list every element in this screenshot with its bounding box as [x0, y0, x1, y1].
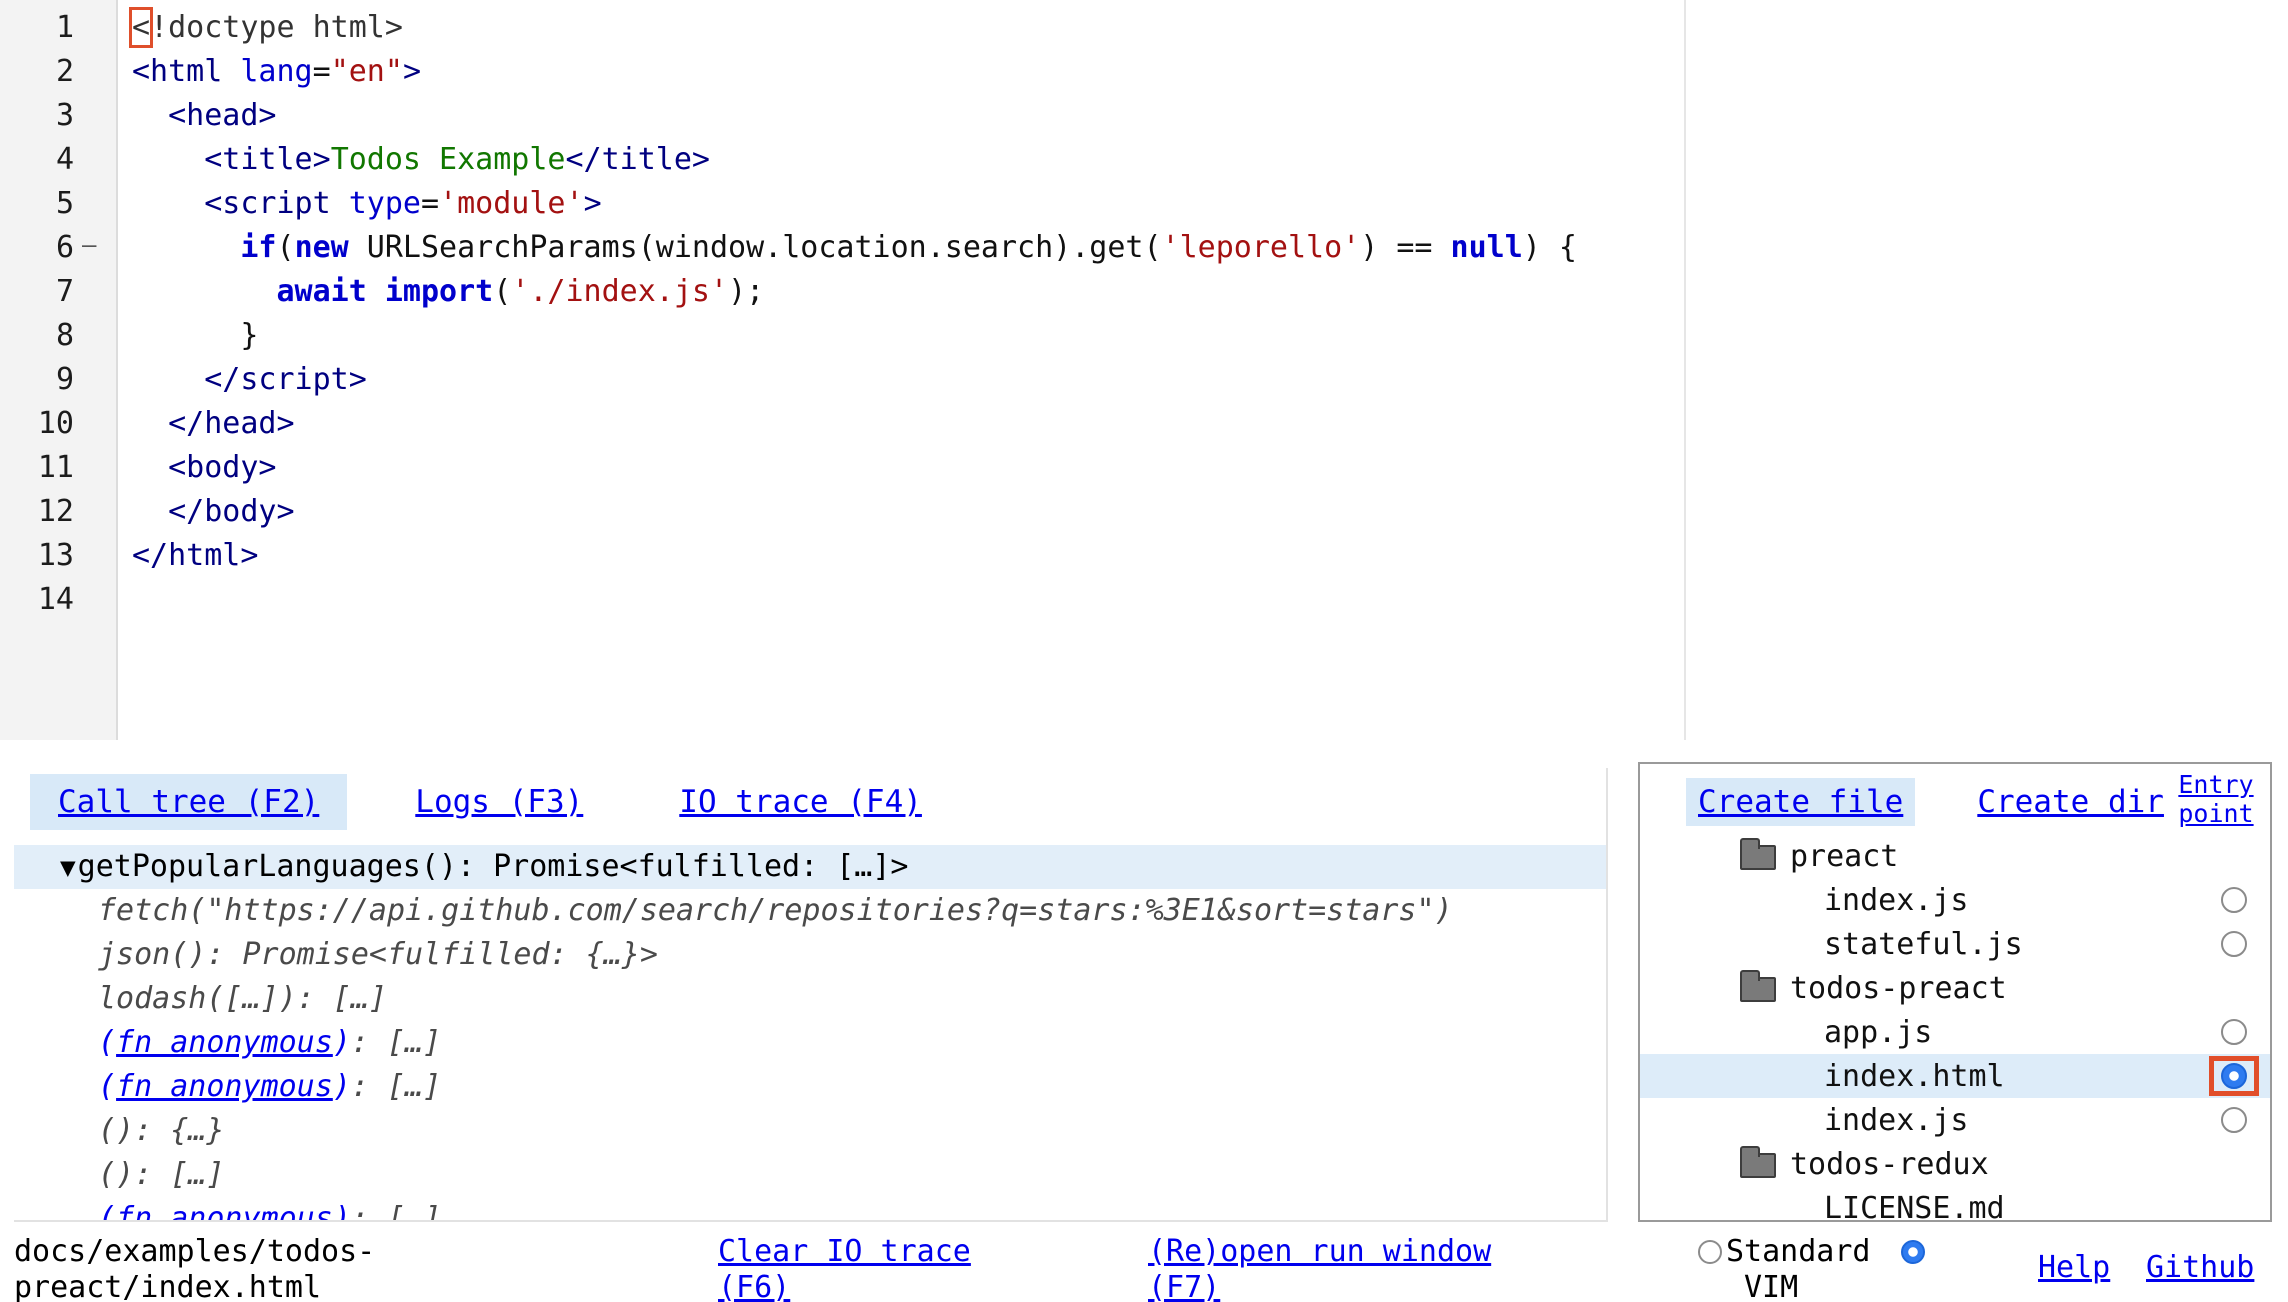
vim-keybindings-radio[interactable]	[1901, 1240, 1925, 1264]
code-line[interactable]: <!doctype html>	[132, 6, 2288, 50]
folder-name: preact	[1790, 839, 1898, 874]
call-tree-row[interactable]: fetch("https://api.github.com/search/rep…	[14, 889, 1606, 933]
panel-tabs: Call tree (F2) Logs (F3) IO trace (F4)	[30, 774, 1606, 830]
entry-point-highlight-box	[2209, 1056, 2259, 1096]
call-tree-row[interactable]: lodash([…]): […]	[14, 977, 1606, 1021]
entry-point-radio[interactable]	[2221, 887, 2247, 913]
folder-icon	[1740, 1153, 1776, 1178]
github-link[interactable]: Github	[2146, 1250, 2254, 1286]
file-row[interactable]: stateful.js	[1640, 922, 2270, 966]
editor-gutter: 123456–7891011121314	[0, 0, 118, 740]
file-panel: Create file Create dir Entry point preac…	[1638, 762, 2272, 1222]
code-line[interactable]: <body>	[132, 446, 2288, 490]
line-number: 8	[0, 314, 74, 358]
clear-io-trace-button[interactable]: Clear IO trace (F6)	[718, 1234, 1018, 1302]
call-tree-row[interactable]: ▼getPopularLanguages(): Promise<fulfille…	[14, 845, 1606, 889]
folder-icon	[1740, 977, 1776, 1002]
folder-row[interactable]: todos-redux	[1640, 1142, 2270, 1186]
line-number: 4	[0, 138, 74, 182]
create-file-button[interactable]: Create file	[1686, 778, 1915, 826]
status-bar: docs/examples/todos-preact/index.html Cl…	[0, 1232, 2288, 1302]
line-number: 3	[0, 94, 74, 138]
line-number: 14	[0, 578, 74, 622]
file-name: index.js	[1824, 1103, 1969, 1138]
vim-keybindings-label[interactable]: VIM	[1698, 1270, 1958, 1302]
call-tree: ▼getPopularLanguages(): Promise<fulfille…	[14, 845, 1606, 1222]
entry-point-radio[interactable]	[2221, 1107, 2247, 1133]
entry-point-radio-wrap	[2209, 1012, 2259, 1052]
file-row[interactable]: index.js	[1640, 878, 2270, 922]
file-name: stateful.js	[1824, 927, 2023, 962]
standard-keybindings-label[interactable]: Standard	[1726, 1234, 1871, 1270]
file-row[interactable]: index.html	[1640, 1054, 2270, 1098]
call-tree-row[interactable]: (fn anonymous): […]	[14, 1021, 1606, 1065]
standard-keybindings-radio[interactable]	[1698, 1240, 1722, 1264]
code-line[interactable]: <title>Todos Example</title>	[132, 138, 2288, 182]
help-link[interactable]: Help	[2038, 1250, 2110, 1286]
code-editor[interactable]: 123456–7891011121314 <!doctype html><htm…	[0, 0, 2288, 740]
fn-anonymous-link[interactable]: fn anonymous	[116, 1069, 333, 1104]
folder-name: todos-preact	[1790, 971, 2007, 1006]
call-tree-panel: Call tree (F2) Logs (F3) IO trace (F4) ▼…	[14, 768, 1608, 1222]
code-line[interactable]: </head>	[132, 402, 2288, 446]
line-number: 11	[0, 446, 74, 490]
tab-logs[interactable]: Logs (F3)	[387, 774, 611, 830]
entry-point-radio[interactable]	[2221, 1019, 2247, 1045]
call-tree-row[interactable]: (fn anonymous): […]	[14, 1065, 1606, 1109]
tab-call-tree[interactable]: Call tree (F2)	[30, 774, 347, 830]
reopen-run-window-button[interactable]: (Re)open run window (F7)	[1148, 1234, 1528, 1302]
line-number: 13	[0, 534, 74, 578]
entry-point-radio-wrap	[2209, 1100, 2259, 1140]
call-tree-row[interactable]: (fn anonymous): […]	[14, 1197, 1606, 1222]
line-number: 1	[0, 6, 74, 50]
code-line[interactable]: <script type='module'>	[132, 182, 2288, 226]
file-name: index.html	[1824, 1059, 2005, 1094]
file-tree: preact index.js stateful.js todos-preact app…	[1640, 834, 2270, 1222]
tab-io-trace[interactable]: IO trace (F4)	[651, 774, 950, 830]
entry-point-radio-wrap	[2209, 924, 2259, 964]
code-line[interactable]: </html>	[132, 534, 2288, 578]
current-file-path: docs/examples/todos-preact/index.html	[14, 1234, 386, 1302]
code-line[interactable]: </script>	[132, 358, 2288, 402]
call-tree-row[interactable]: (): […]	[14, 1153, 1606, 1197]
entry-point-radio[interactable]	[2221, 931, 2247, 957]
call-tree-row[interactable]: (): {…}	[14, 1109, 1606, 1153]
code-line[interactable]: </body>	[132, 490, 2288, 534]
line-number: 2	[0, 50, 74, 94]
file-name: LICENSE.md	[1824, 1191, 2005, 1223]
code-line[interactable]: await import('./index.js');	[132, 270, 2288, 314]
file-row[interactable]: app.js	[1640, 1010, 2270, 1054]
folder-row[interactable]: preact	[1640, 834, 2270, 878]
entry-point-radio[interactable]	[2221, 1063, 2247, 1089]
file-name: index.js	[1824, 883, 1969, 918]
line-number: 12	[0, 490, 74, 534]
entry-point-header[interactable]: Entry point	[2176, 770, 2256, 828]
code-line[interactable]: if(new URLSearchParams(window.location.s…	[132, 226, 2288, 270]
file-name: app.js	[1824, 1015, 1932, 1050]
line-number: 9	[0, 358, 74, 402]
file-row[interactable]: index.js	[1640, 1098, 2270, 1142]
code-line[interactable]: <head>	[132, 94, 2288, 138]
keybindings-radiogroup: Standard VIM	[1698, 1234, 1958, 1302]
code-line[interactable]: <html lang="en">	[132, 50, 2288, 94]
code-line[interactable]: }	[132, 314, 2288, 358]
file-panel-header: Create file Create dir Entry point	[1640, 764, 2270, 828]
folder-icon	[1740, 845, 1776, 870]
entry-point-radio-wrap	[2209, 880, 2259, 920]
folder-name: todos-redux	[1790, 1147, 1989, 1182]
folder-row[interactable]: todos-preact	[1640, 966, 2270, 1010]
code-line[interactable]	[132, 578, 2288, 622]
collapse-triangle-icon[interactable]: ▼	[60, 853, 76, 883]
fold-toggle-icon[interactable]: –	[82, 223, 96, 267]
line-number: 6	[0, 226, 74, 270]
call-tree-row[interactable]: json(): Promise<fulfilled: {…}>	[14, 933, 1606, 977]
create-dir-button[interactable]: Create dir	[1965, 778, 2176, 826]
file-row[interactable]: LICENSE.md	[1640, 1186, 2270, 1222]
line-number: 10	[0, 402, 74, 446]
line-number: 7	[0, 270, 74, 314]
fn-anonymous-link[interactable]: fn anonymous	[116, 1201, 333, 1222]
line-number: 5	[0, 182, 74, 226]
code-area[interactable]: <!doctype html><html lang="en"> <head> <…	[120, 0, 2288, 740]
fn-anonymous-link[interactable]: fn anonymous	[116, 1025, 333, 1060]
